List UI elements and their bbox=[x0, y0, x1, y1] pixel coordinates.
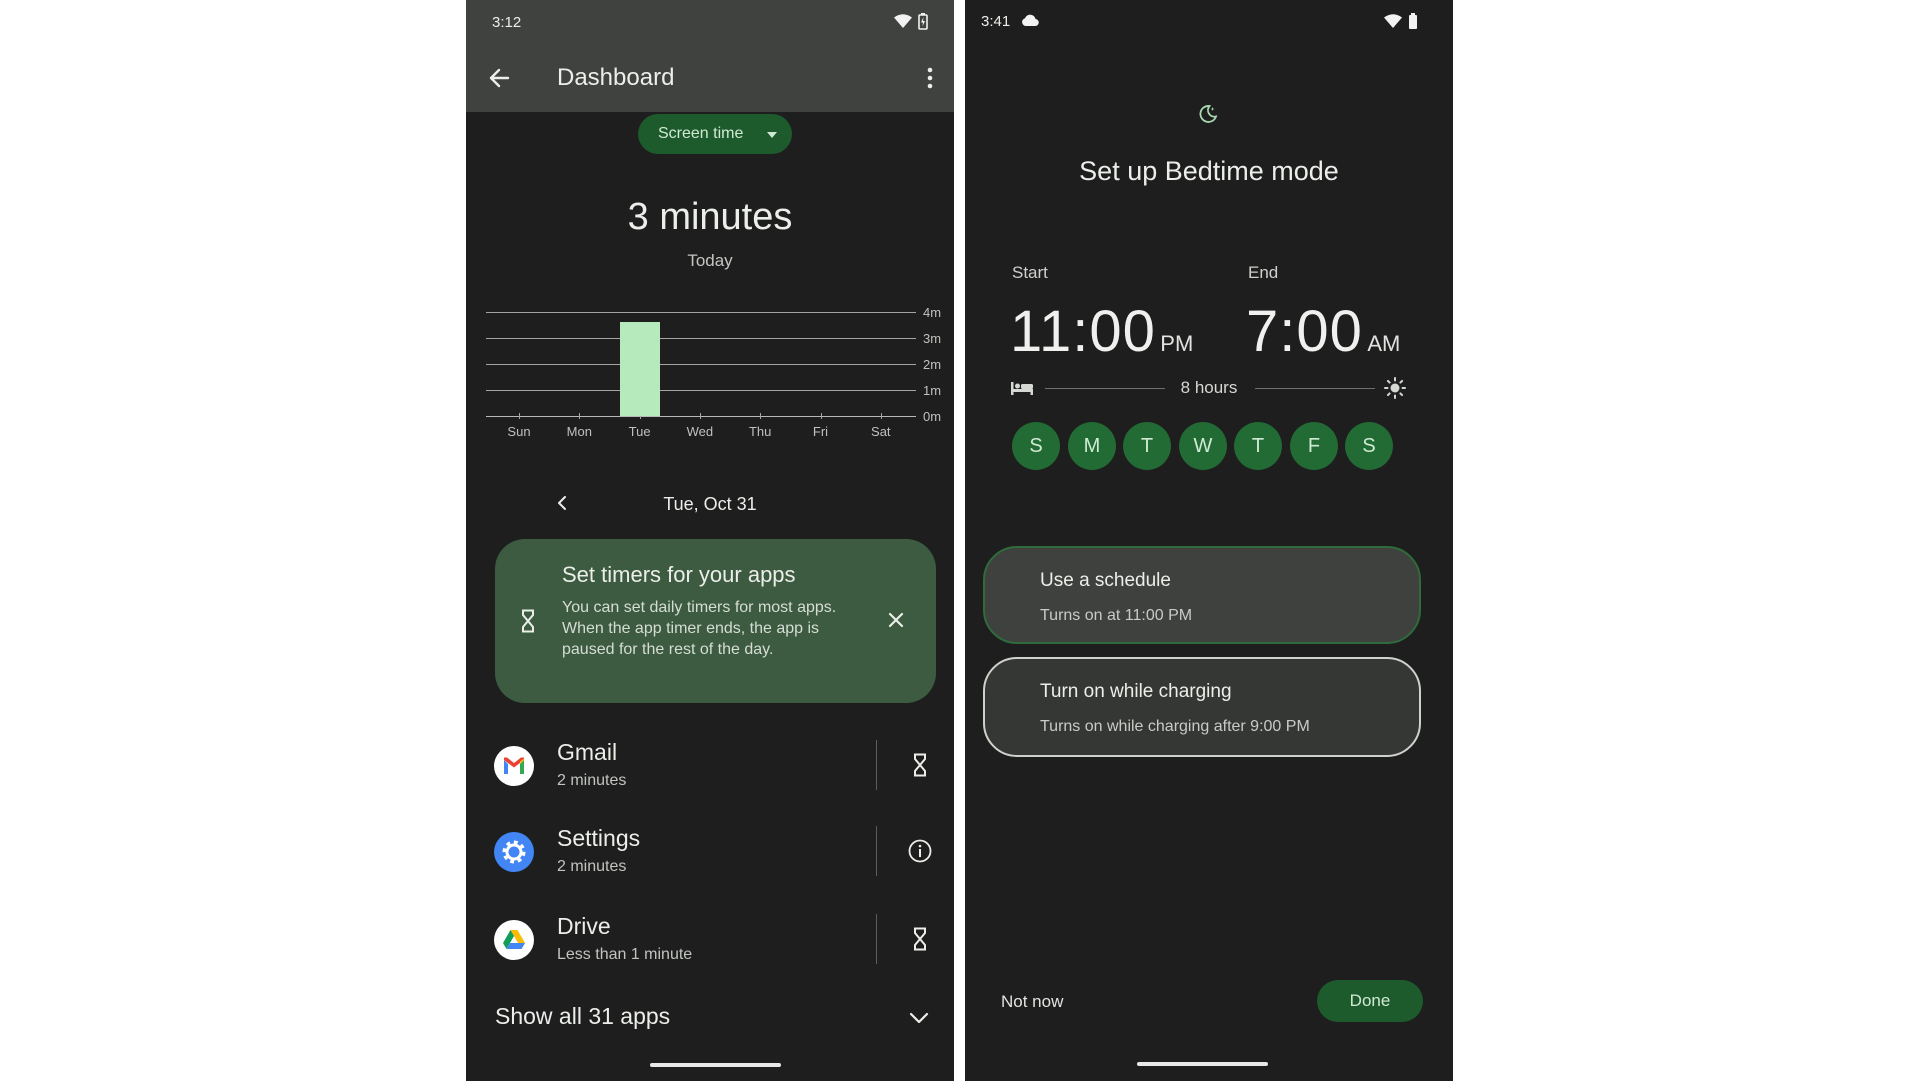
duration-label: 8 hours bbox=[1180, 378, 1238, 397]
day-toggle-tuesday[interactable]: T bbox=[1123, 422, 1171, 470]
app-usage: Less than 1 minute bbox=[557, 946, 693, 963]
show-all-label: Show all 31 apps bbox=[495, 1003, 671, 1029]
x-tick-label: Sun bbox=[507, 424, 531, 439]
close-icon[interactable] bbox=[888, 612, 904, 628]
x-tick-label: Thu bbox=[748, 424, 772, 439]
app-row-drive[interactable]: Drive Less than 1 minute bbox=[466, 909, 954, 981]
y-tick-label: 1m bbox=[923, 383, 942, 398]
day-toggle-thursday[interactable]: T bbox=[1234, 422, 1282, 470]
done-button[interactable]: Done bbox=[1317, 980, 1423, 1022]
app-row-settings[interactable]: Settings 2 minutes bbox=[466, 822, 954, 894]
day-toggle-wednesday[interactable]: W bbox=[1179, 422, 1227, 470]
x-tick-label: Wed bbox=[686, 424, 714, 439]
sun-icon bbox=[1384, 377, 1406, 399]
x-tick-label: Tue bbox=[628, 424, 651, 439]
day-toggle-friday[interactable]: F bbox=[1290, 422, 1338, 470]
gmail-logo-icon bbox=[494, 746, 534, 786]
y-tick-label: 4m bbox=[923, 305, 942, 320]
hourglass-icon bbox=[520, 609, 536, 633]
y-tick-label: 2m bbox=[923, 357, 942, 372]
hourglass-icon[interactable] bbox=[912, 927, 928, 951]
duration-line bbox=[1045, 388, 1165, 389]
wifi-icon bbox=[1384, 14, 1402, 28]
drive-logo-icon bbox=[494, 920, 534, 960]
divider bbox=[876, 740, 877, 790]
day-toggle-sunday[interactable]: S bbox=[1012, 422, 1060, 470]
start-label: Start bbox=[1012, 263, 1048, 282]
app-name: Gmail bbox=[557, 739, 618, 765]
gridline bbox=[486, 364, 916, 365]
end-label: End bbox=[1248, 263, 1279, 282]
end-time-value: 7:00 bbox=[1246, 299, 1363, 364]
duration-line bbox=[1255, 388, 1375, 389]
option-title: Turn on while charging bbox=[1040, 681, 1232, 702]
x-tick-mark bbox=[760, 413, 762, 419]
bed-icon bbox=[1010, 380, 1034, 396]
use-schedule-option[interactable]: Use a schedule Turns on at 11:00 PM bbox=[983, 546, 1421, 644]
start-time-value: 11:00 bbox=[1010, 299, 1156, 364]
x-tick-mark bbox=[699, 413, 701, 419]
not-now-button[interactable]: Not now bbox=[1001, 992, 1063, 1012]
app-usage: 2 minutes bbox=[557, 858, 627, 875]
status-time: 3:41 bbox=[981, 13, 1011, 30]
day-toggle-monday[interactable]: M bbox=[1068, 422, 1116, 470]
gridline bbox=[486, 312, 916, 313]
battery-icon bbox=[1408, 13, 1418, 30]
app-name: Drive bbox=[557, 913, 611, 939]
divider bbox=[876, 914, 877, 964]
gridline bbox=[486, 338, 916, 339]
app-name: Settings bbox=[557, 825, 641, 851]
x-tick-label: Mon bbox=[566, 424, 592, 439]
option-title: Use a schedule bbox=[1040, 570, 1171, 591]
home-indicator[interactable] bbox=[1137, 1062, 1268, 1066]
x-tick-mark bbox=[880, 413, 882, 419]
x-tick-mark bbox=[519, 413, 520, 419]
bedtime-moon-icon bbox=[1198, 104, 1218, 124]
cloud-icon bbox=[1021, 14, 1039, 26]
charging-option[interactable]: Turn on while charging Turns on while ch… bbox=[983, 657, 1421, 757]
home-indicator[interactable] bbox=[650, 1063, 781, 1067]
x-tick-mark bbox=[579, 413, 581, 419]
app-usage: 2 minutes bbox=[557, 772, 627, 789]
start-ampm: PM bbox=[1160, 331, 1194, 356]
y-tick-label: 0m bbox=[923, 409, 942, 424]
info-icon[interactable] bbox=[908, 839, 932, 863]
app-timer-banner: Set timers for your apps You can set dai… bbox=[495, 539, 936, 703]
chevron-down-icon bbox=[909, 1012, 929, 1024]
x-tick-mark bbox=[820, 413, 822, 419]
x-tick-label: Fri bbox=[812, 424, 829, 439]
option-subtitle: Turns on at 11:00 PM bbox=[1040, 607, 1193, 624]
start-time[interactable]: 11:00 PM bbox=[1010, 298, 1193, 365]
app-row-gmail[interactable]: Gmail 2 minutes bbox=[466, 734, 954, 806]
x-tick-label: Sat bbox=[871, 424, 891, 439]
show-all-apps-button[interactable]: Show all 31 apps bbox=[466, 998, 954, 1042]
end-time[interactable]: 7:00 AM bbox=[1246, 298, 1400, 365]
settings-gear-icon bbox=[494, 832, 534, 872]
digital-wellbeing-screen: 3:12 Dashboard Screen time 3 minutes Tod… bbox=[466, 0, 954, 1081]
y-tick-label: 3m bbox=[923, 331, 942, 346]
banner-body: You can set daily timers for most apps. … bbox=[562, 599, 837, 658]
end-ampm: AM bbox=[1367, 331, 1401, 356]
selected-date: Tue, Oct 31 bbox=[663, 494, 757, 514]
day-toggle-saturday[interactable]: S bbox=[1345, 422, 1393, 470]
banner-title: Set timers for your apps bbox=[562, 562, 796, 587]
option-subtitle: Turns on while charging after 9:00 PM bbox=[1040, 718, 1310, 735]
x-axis-line bbox=[486, 416, 916, 417]
gridline bbox=[486, 390, 916, 391]
usage-bar-tue[interactable] bbox=[619, 322, 660, 416]
weekly-usage-chart: 4m 3m 2m 1m 0m Sun Mon Tue Wed Thu Fri Sat bbox=[466, 0, 954, 450]
bedtime-setup-screen: 3:41 Set up Bedtime mode Start End 11:00… bbox=[965, 0, 1453, 1081]
divider bbox=[876, 826, 877, 876]
page-title: Set up Bedtime mode bbox=[1079, 156, 1339, 186]
hourglass-icon[interactable] bbox=[912, 753, 928, 777]
